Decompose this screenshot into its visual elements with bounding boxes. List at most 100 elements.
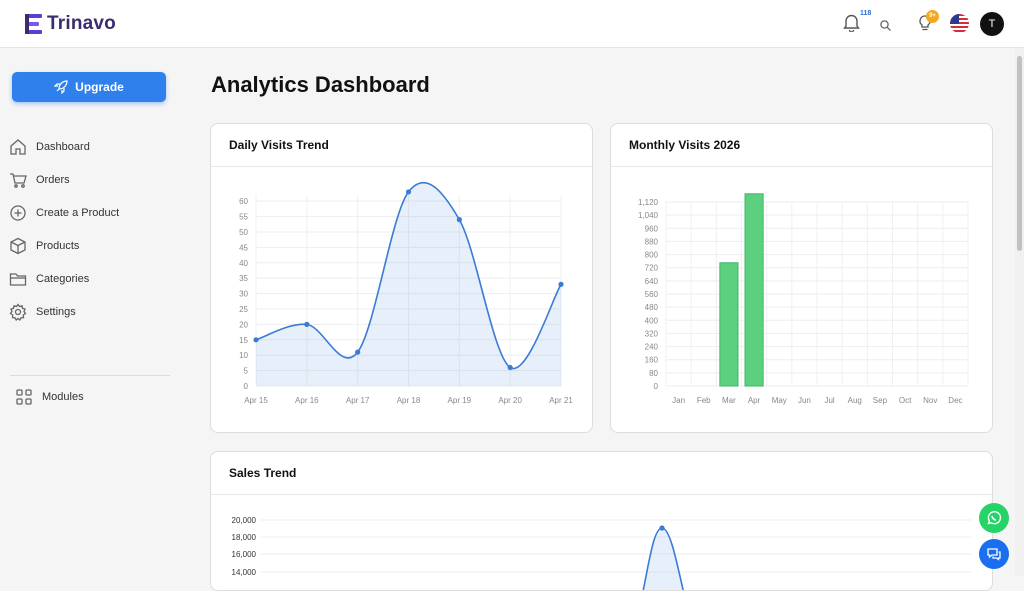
- sidebar-item-settings[interactable]: Settings: [9, 299, 169, 325]
- logo[interactable]: Trinavo: [25, 13, 116, 35]
- data-point: [355, 349, 361, 355]
- y-tick-label: 0: [244, 382, 249, 391]
- y-tick-label: 1,120: [638, 198, 659, 207]
- x-tick-label: Jul: [824, 396, 834, 405]
- y-tick-label: 800: [645, 251, 659, 260]
- whatsapp-button[interactable]: [979, 503, 1009, 533]
- sidebar-item-dashboard[interactable]: Dashboard: [9, 134, 169, 160]
- language-selector[interactable]: [950, 14, 969, 38]
- page-title: Analytics Dashboard: [211, 72, 430, 97]
- y-tick-label: 10: [239, 351, 248, 360]
- sidebar-item-label: Products: [36, 240, 80, 252]
- y-tick-label: 16,000: [232, 550, 257, 559]
- y-tick-label: 30: [239, 290, 248, 299]
- rocket-icon: [54, 80, 68, 94]
- sales-trend-chart: 20,00018,00016,00014,000: [232, 516, 971, 590]
- bell-icon: [843, 14, 860, 33]
- x-tick-label: Oct: [899, 396, 912, 405]
- scrollbar-thumb[interactable]: [1017, 56, 1022, 251]
- notifications-button[interactable]: [843, 13, 860, 37]
- card-title: Daily Visits Trend: [211, 124, 592, 167]
- x-tick-label: Jun: [798, 396, 811, 405]
- monthly-visits-card: Monthly Visits 2026 0 80 160 240 320 400 480 56…: [610, 123, 993, 433]
- app-name: Trinavo: [47, 13, 116, 34]
- card-title: Monthly Visits 2026: [611, 124, 992, 167]
- data-point: [659, 525, 665, 531]
- y-tick-label: 720: [645, 264, 659, 273]
- grid-icon: [16, 389, 32, 405]
- data-point: [456, 217, 462, 223]
- daily-visits-card: Daily Visits Trend 0 5 10 15 20 25 30 35 40 45 50 5…: [210, 123, 593, 433]
- us-flag-icon: [950, 14, 969, 33]
- y-tick-label: 40: [239, 259, 248, 268]
- sidebar-item-categories[interactable]: Categories: [9, 266, 169, 292]
- sidebar-item-modules[interactable]: Modules: [15, 384, 175, 410]
- home-icon: [10, 139, 26, 155]
- x-tick-label: Apr 16: [295, 396, 319, 405]
- y-tick-label: 5: [244, 367, 249, 376]
- y-tick-label: 400: [645, 316, 659, 325]
- daily-visits-chart: 0 5 10 15 20 25 30 35 40 45 50 55 60 Apr 15 Apr 16 Apr …: [239, 181, 573, 405]
- y-tick-label: 25: [239, 305, 248, 314]
- whatsapp-icon: [987, 511, 1002, 525]
- logo-icon: [25, 14, 42, 34]
- upgrade-label: Upgrade: [75, 80, 124, 94]
- y-tick-label: 60: [239, 197, 248, 206]
- sidebar-item-orders[interactable]: Orders: [9, 167, 169, 193]
- bar: [719, 262, 739, 387]
- x-tick-label: May: [772, 396, 787, 405]
- chat-icon: [987, 548, 1001, 561]
- y-tick-label: 240: [645, 343, 659, 352]
- avatar[interactable]: T: [980, 12, 1004, 36]
- x-tick-label: Apr 19: [448, 396, 472, 405]
- x-tick-label: Apr 18: [397, 396, 421, 405]
- y-tick-label: 20: [239, 320, 248, 329]
- x-tick-label: Nov: [923, 396, 937, 405]
- y-tick-label: 45: [239, 243, 248, 252]
- data-point: [558, 281, 564, 287]
- y-tick-label: 320: [645, 329, 659, 338]
- y-tick-label: 1,040: [638, 211, 659, 220]
- y-tick-label: 15: [239, 336, 248, 345]
- x-tick-label: Apr 17: [346, 396, 370, 405]
- sidebar-item-label: Create a Product: [36, 207, 120, 219]
- x-tick-label: Aug: [848, 396, 862, 405]
- y-tick-label: 80: [649, 369, 658, 378]
- sidebar-item-create-product[interactable]: Create a Product: [9, 200, 169, 226]
- cart-icon: [10, 173, 27, 188]
- monthly-visits-chart: 0 80 160 240 320 400 480 560 640 720 800 880 960 1,04…: [638, 193, 969, 405]
- x-tick-label: Mar: [722, 396, 736, 405]
- plus-circle-icon: [10, 205, 26, 221]
- y-tick-label: 20,000: [232, 516, 257, 525]
- card-title: Sales Trend: [211, 452, 992, 495]
- sidebar-item-label: Categories: [36, 273, 90, 285]
- upgrade-button[interactable]: Upgrade: [12, 72, 166, 102]
- tips-badge: 9+: [926, 10, 939, 23]
- chat-button[interactable]: [979, 539, 1009, 569]
- y-tick-label: 960: [645, 224, 659, 233]
- y-tick-label: 50: [239, 228, 248, 237]
- x-tick-label: Apr: [748, 396, 761, 405]
- search-button[interactable]: [880, 18, 891, 36]
- sales-trend-card: Sales Trend 20,000 18,000 16,000 14,000: [210, 451, 993, 591]
- sidebar-item-label: Modules: [42, 391, 84, 403]
- data-point: [304, 321, 310, 327]
- x-tick-label: Apr 21: [549, 396, 573, 405]
- y-tick-label: 160: [645, 356, 659, 365]
- box-icon: [10, 237, 26, 255]
- y-tick-label: 640: [645, 277, 659, 286]
- sidebar-item-label: Orders: [36, 174, 70, 186]
- x-tick-label: Sep: [873, 396, 888, 405]
- sidebar-divider: [10, 375, 170, 376]
- top-bar: Trinavo 118 9+ T: [0, 0, 1024, 48]
- data-point: [507, 364, 513, 371]
- bar: [744, 193, 764, 387]
- page-scrollbar[interactable]: [1015, 48, 1024, 576]
- y-tick-label: 880: [645, 237, 659, 246]
- y-tick-label: 55: [239, 213, 248, 222]
- x-tick-label: Dec: [948, 396, 962, 405]
- folder-icon: [9, 273, 27, 286]
- sidebar-item-products[interactable]: Products: [9, 233, 169, 259]
- notification-badge: 118: [860, 10, 872, 17]
- y-tick-label: 480: [645, 303, 659, 312]
